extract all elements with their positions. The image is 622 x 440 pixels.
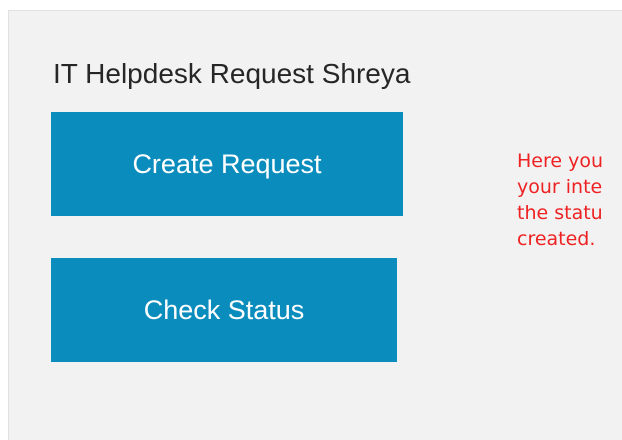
create-request-label: Create Request: [132, 148, 322, 179]
helpdesk-panel: IT Helpdesk Request Shreya Create Reques…: [8, 10, 622, 440]
check-status-button[interactable]: Check Status: [51, 258, 397, 362]
create-request-button[interactable]: Create Request: [51, 112, 403, 216]
help-text-line: your inte: [517, 176, 603, 198]
help-text-line: the statu: [517, 202, 603, 224]
help-text-line: Here you: [517, 150, 604, 172]
help-text: Here you your inte the statu created.: [517, 148, 622, 252]
help-text-line: created.: [517, 228, 596, 250]
check-status-label: Check Status: [143, 294, 305, 325]
page-title: IT Helpdesk Request Shreya: [53, 58, 411, 89]
